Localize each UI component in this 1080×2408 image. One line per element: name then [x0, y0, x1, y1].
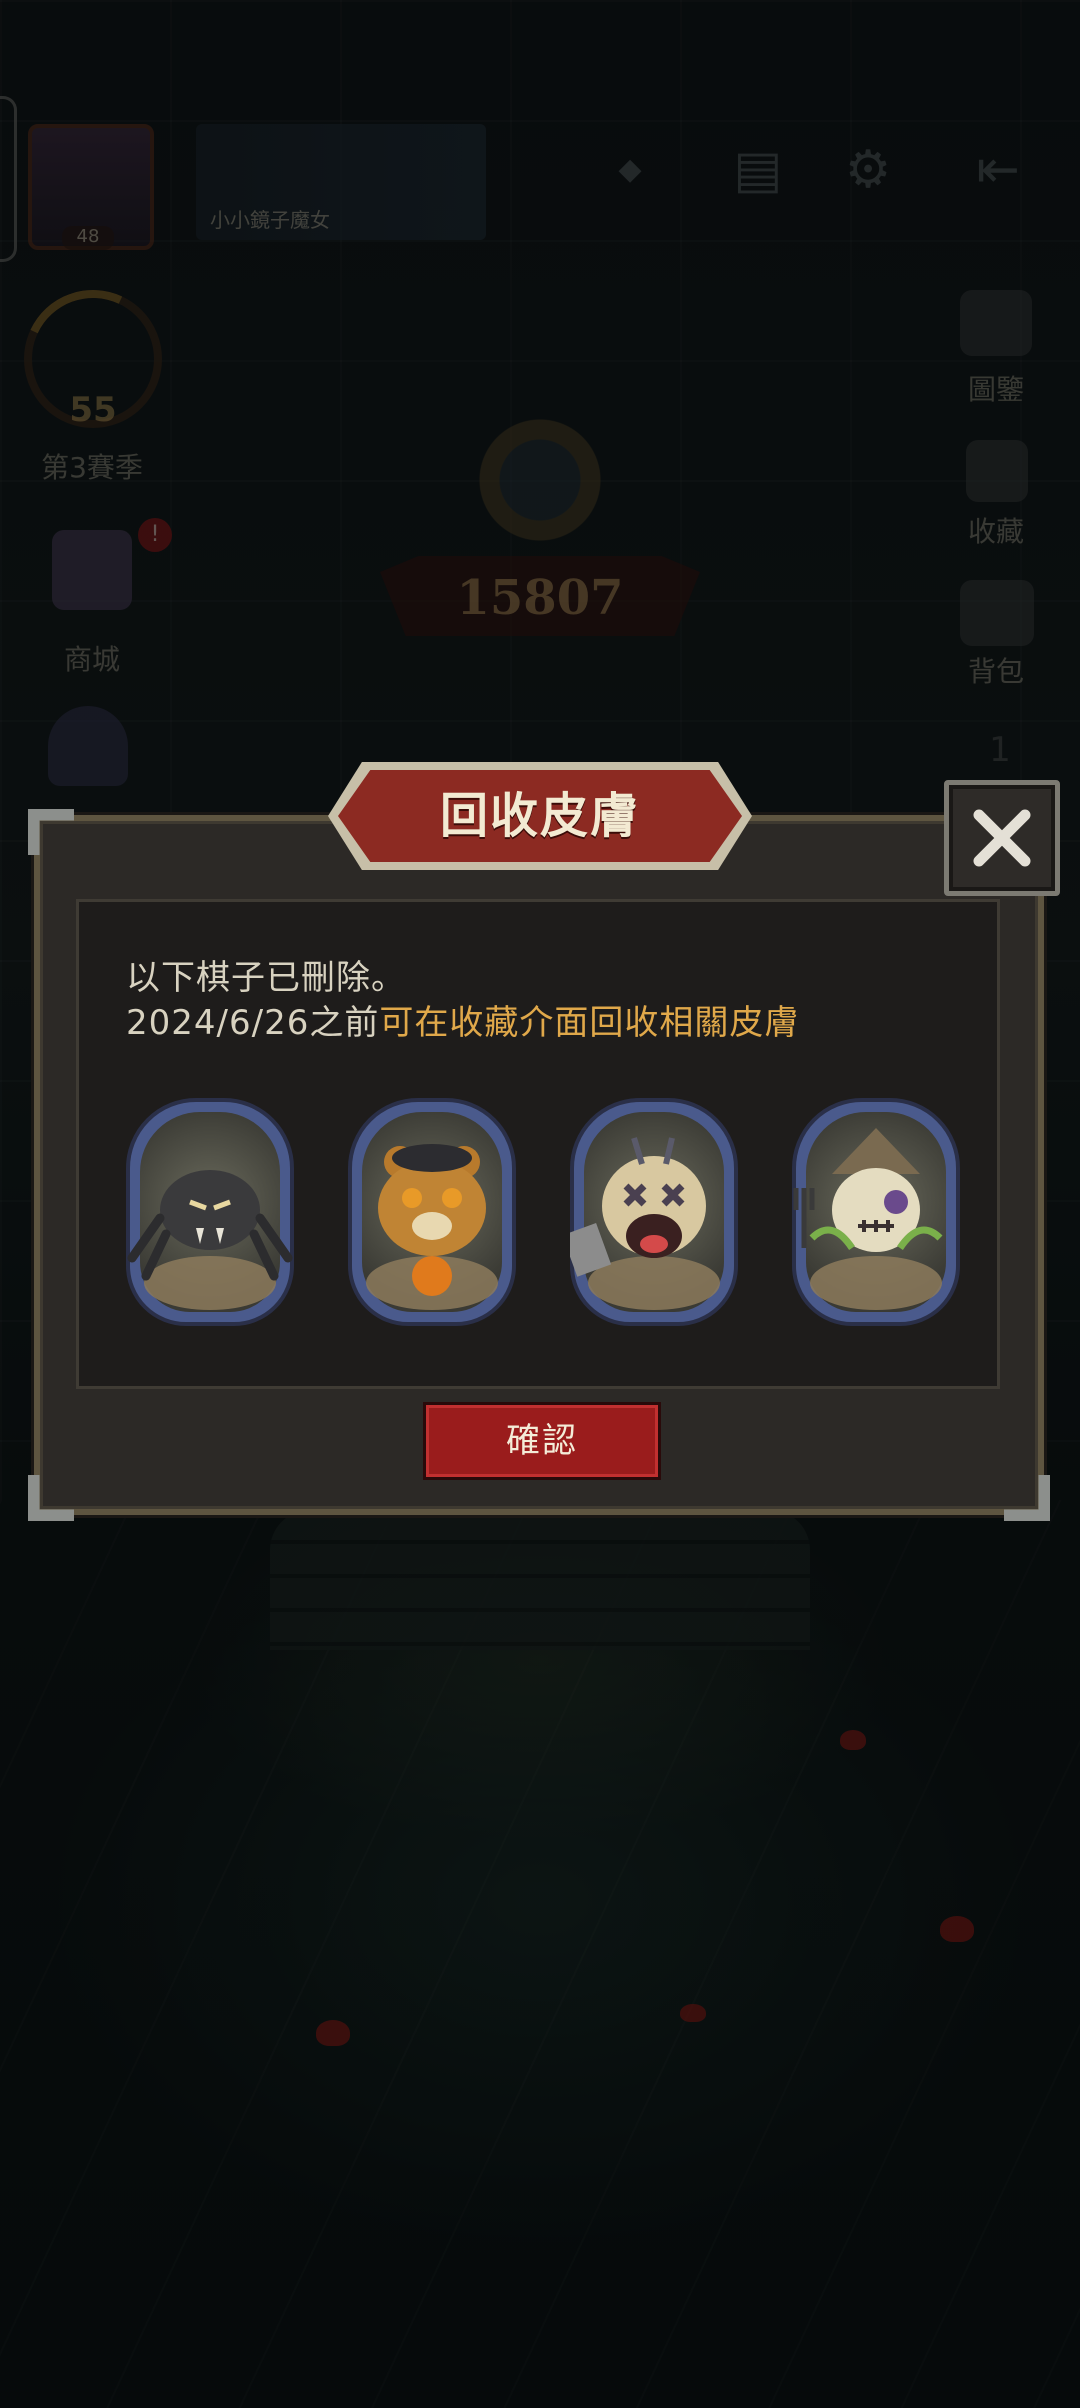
deleted-notice: 以下棋子已刪除。: [126, 958, 406, 998]
corner-ornament: [28, 1475, 74, 1521]
close-icon: [973, 809, 1031, 867]
dialog-title: 回收皮膚: [439, 788, 640, 844]
bear-piece-icon: [378, 1144, 486, 1296]
voodoo-doll-piece-icon: [570, 1137, 706, 1277]
confirm-button[interactable]: 確認: [423, 1402, 661, 1480]
spider-piece-icon: [127, 1170, 293, 1281]
deleted-piece-spider: [126, 1098, 294, 1326]
scarecrow-piece-icon: [793, 1128, 943, 1252]
close-button[interactable]: [944, 780, 1060, 896]
corner-ornament: [28, 809, 74, 855]
recycle-hint: 可在收藏介面回收相關皮膚: [379, 1003, 800, 1043]
deadline-date: 2024/6/26之前: [126, 1003, 380, 1043]
corner-ornament: [1004, 1475, 1050, 1521]
deleted-piece-voodoo: [570, 1098, 738, 1326]
deleted-piece-bear: [348, 1098, 516, 1326]
deleted-piece-scarecrow: [792, 1098, 960, 1326]
recycle-deadline-notice: 2024/6/26之前可在收藏介面回收相關皮膚: [126, 995, 799, 1044]
